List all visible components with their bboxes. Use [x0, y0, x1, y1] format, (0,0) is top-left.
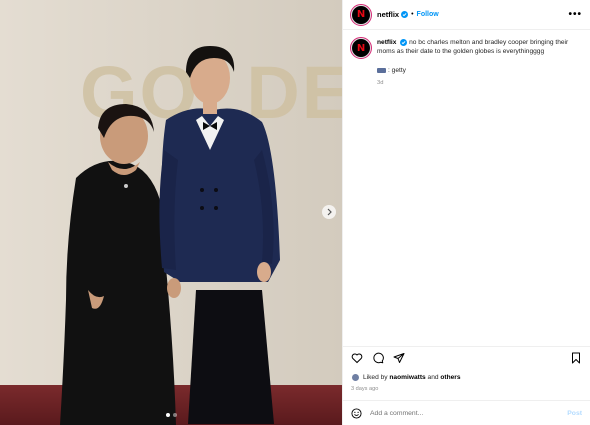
username[interactable]: netflix — [377, 10, 399, 19]
story-ring — [350, 3, 372, 26]
emoji-icon[interactable] — [351, 407, 362, 419]
caption-username[interactable]: netflix — [377, 39, 396, 46]
verified-icon — [401, 11, 409, 18]
likes-summary: Liked by naomiwatts and others — [351, 373, 461, 382]
more-icon[interactable]: ••• — [568, 9, 582, 20]
post-media[interactable]: GOLDEN GLOBES — [0, 0, 342, 425]
share-icon — [393, 352, 405, 363]
chevron-right-icon — [327, 208, 332, 216]
comment-input[interactable] — [370, 409, 568, 417]
post-photo: GOLDEN GLOBES — [0, 0, 342, 425]
likes-and: and — [427, 374, 439, 381]
post-side-panel: N netflix • Follow ••• N netflix no bc c… — [342, 0, 590, 425]
post-header: N netflix • Follow ••• — [343, 0, 590, 30]
photo-credit: : getty — [388, 67, 406, 74]
comment-button[interactable] — [372, 352, 384, 364]
carousel-dot — [172, 413, 177, 417]
liker-avatar[interactable] — [351, 373, 360, 382]
camera-emoji-icon — [377, 67, 386, 73]
save-icon — [572, 352, 580, 363]
comment-icon — [373, 352, 384, 363]
save-button[interactable] — [570, 352, 582, 364]
caption-age: 3d — [377, 80, 384, 86]
share-button[interactable] — [393, 352, 405, 364]
heart-icon — [351, 352, 363, 363]
likes-others[interactable]: others — [440, 374, 460, 381]
carousel-dots — [0, 413, 342, 417]
liker-username[interactable]: naomiwatts — [389, 374, 425, 381]
story-ring — [350, 37, 372, 59]
separator: • — [411, 11, 414, 18]
carousel-next-button[interactable] — [322, 205, 336, 219]
verified-icon — [400, 38, 408, 46]
follow-button[interactable]: Follow — [417, 11, 439, 18]
comments-area[interactable]: N netflix no bc charles melton and bradl… — [343, 30, 590, 346]
like-button[interactable] — [351, 352, 363, 364]
caption: N netflix no bc charles melton and bradl… — [350, 37, 582, 88]
post-date[interactable]: 3 days ago — [351, 386, 378, 392]
caption-avatar[interactable]: N — [350, 37, 372, 59]
add-comment-bar: Post — [343, 400, 590, 425]
likes-prefix: Liked by — [363, 374, 388, 381]
carousel-dot — [165, 413, 170, 417]
avatar[interactable]: N — [350, 3, 372, 26]
action-bar — [343, 346, 590, 368]
post-comment-button[interactable]: Post — [567, 410, 582, 417]
